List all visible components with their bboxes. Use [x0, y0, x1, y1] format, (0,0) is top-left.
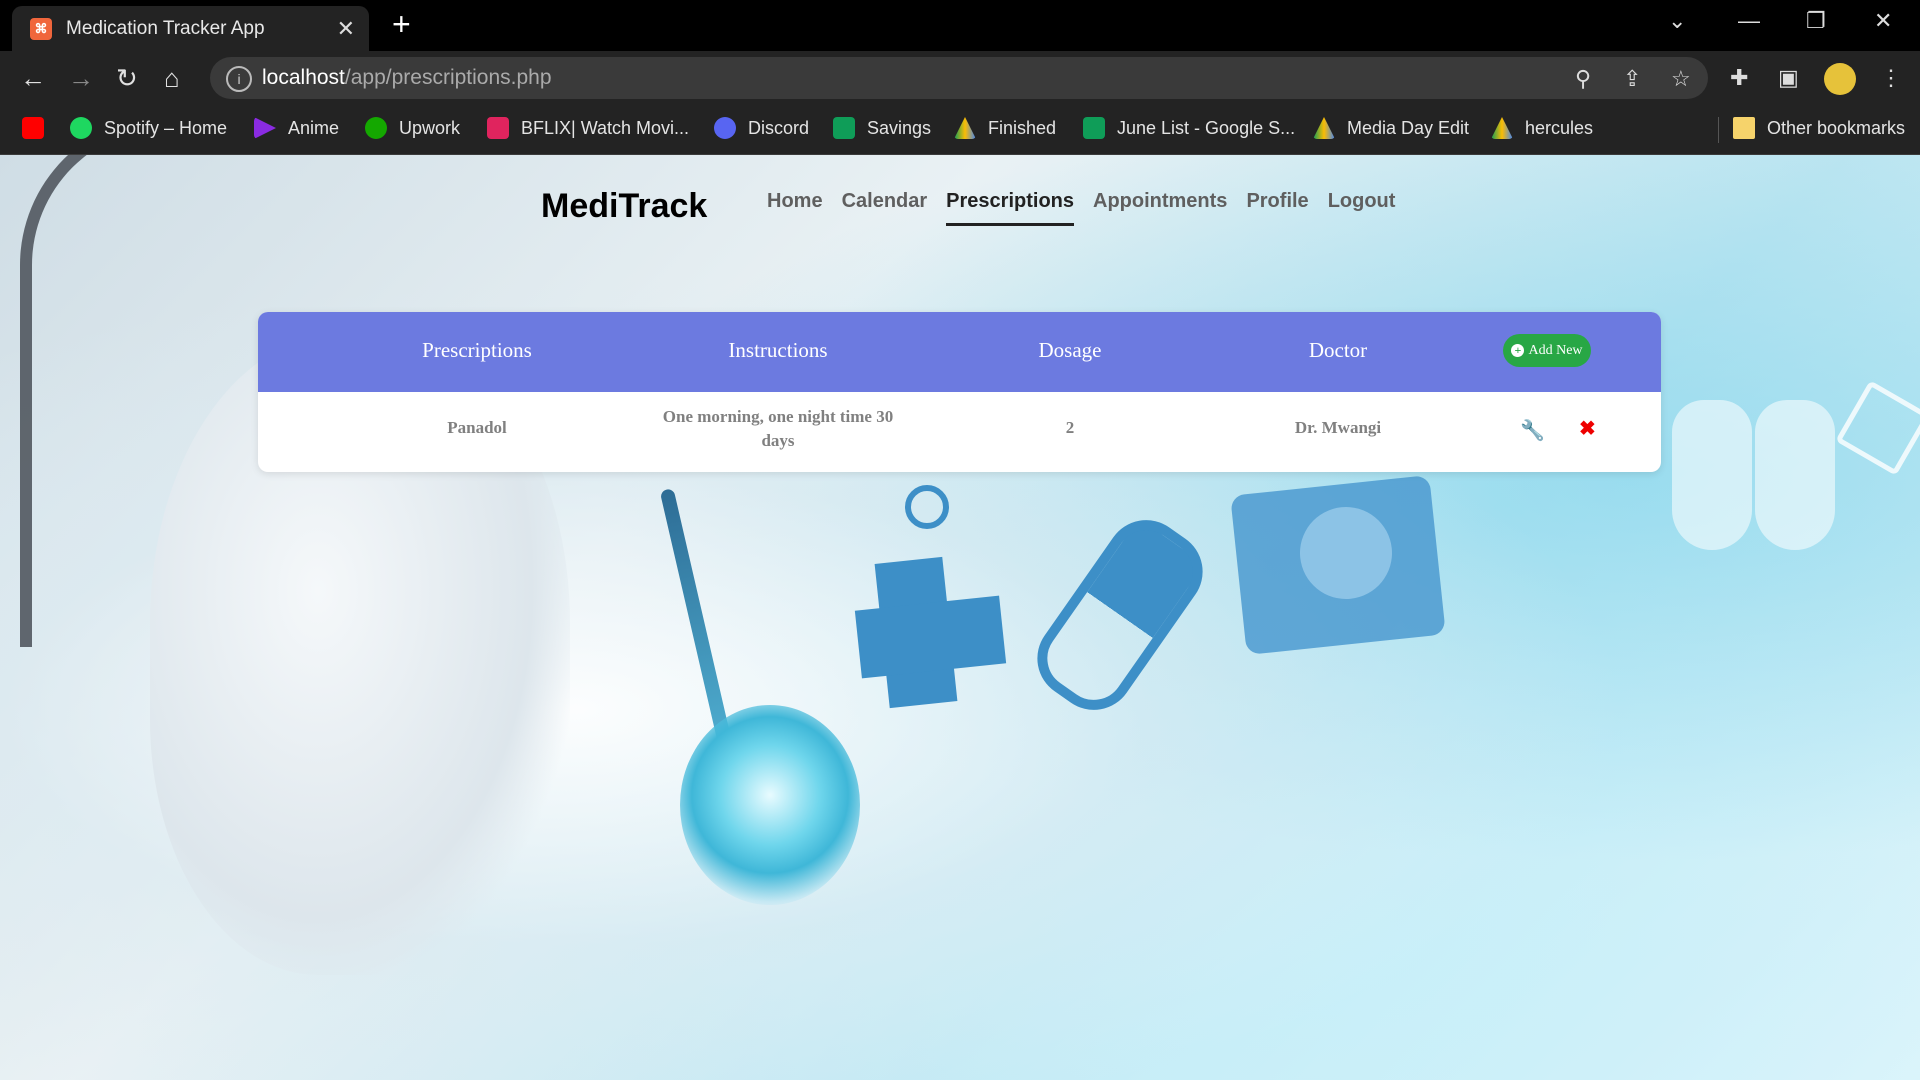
address-bar[interactable]: i localhost/app/prescriptions.php ⚲ ⇪ ☆ [210, 57, 1708, 99]
play-icon [254, 117, 276, 139]
background-stethoscope-head [680, 705, 860, 905]
zoom-icon[interactable]: ⚲ [1575, 66, 1591, 92]
cell-doctor: Dr. Mwangi [1294, 418, 1382, 437]
close-tab-icon[interactable]: ✕ [337, 16, 355, 42]
bookmark-spotify[interactable]: Spotify – Home [70, 117, 227, 139]
tab-title: Medication Tracker App [66, 17, 265, 39]
spotify-icon [70, 117, 92, 139]
profile-avatar[interactable] [1824, 63, 1856, 95]
side-panel-icon[interactable]: ▣ [1778, 65, 1799, 91]
xampp-icon: ⌘ [30, 17, 52, 40]
discord-icon [714, 117, 736, 139]
brand-logo[interactable]: MediTrack [541, 187, 707, 226]
bookmark-star-icon[interactable]: ☆ [1671, 66, 1691, 92]
window-close-icon[interactable]: ✕ [1874, 8, 1892, 34]
prescriptions-table: Prescriptions Instructions Dosage Doctor… [258, 312, 1661, 472]
bookmarks-divider [1718, 117, 1719, 143]
cell-dosage: 2 [1065, 418, 1075, 437]
background-pill-icon [1021, 504, 1219, 726]
forward-icon[interactable]: → [68, 63, 94, 94]
browser-tab[interactable]: ⌘ Medication Tracker App ✕ [12, 6, 369, 51]
bookmark-youtube[interactable] [22, 117, 56, 139]
page-viewport: MediTrack Home Calendar Prescriptions Ap… [0, 155, 1920, 1080]
plus-icon: + [1511, 344, 1525, 357]
upwork-icon [365, 117, 387, 139]
sheets-icon [1083, 117, 1105, 139]
restore-icon[interactable]: ❐ [1806, 8, 1826, 34]
wrench-icon[interactable]: 🔧 [1520, 418, 1545, 443]
tab-strip: ⌘ Medication Tracker App ✕ + ⌄ — ❐ ✕ [0, 0, 1920, 51]
sheets-icon [833, 117, 855, 139]
add-new-button[interactable]: + Add New [1503, 334, 1591, 367]
extensions-icon[interactable]: ✚ [1730, 65, 1748, 91]
background-molecule-icon [1835, 380, 1920, 476]
background-lung-icon [1755, 400, 1835, 550]
drive-icon [1491, 117, 1513, 139]
new-tab-icon[interactable]: + [392, 6, 411, 43]
share-icon[interactable]: ⇪ [1623, 66, 1641, 92]
bookmark-hercules[interactable]: hercules [1491, 117, 1593, 139]
nav-calendar[interactable]: Calendar [842, 190, 928, 226]
home-icon[interactable]: ⌂ [164, 63, 180, 94]
bookmark-bflix[interactable]: BFLIX| Watch Movi... [487, 117, 689, 139]
drive-icon [954, 117, 976, 139]
drive-icon [1313, 117, 1335, 139]
folder-icon [1733, 117, 1755, 139]
nav-prescriptions[interactable]: Prescriptions [946, 190, 1074, 226]
bookmark-savings[interactable]: Savings [833, 117, 931, 139]
bookmark-finished[interactable]: Finished [954, 117, 1056, 139]
site-info-icon[interactable]: i [226, 66, 252, 92]
bookmark-other[interactable]: Other bookmarks [1733, 117, 1905, 139]
youtube-icon [22, 117, 44, 139]
url-path: /app/prescriptions.php [344, 66, 552, 89]
background-lung-icon [1672, 400, 1752, 550]
nav-appointments[interactable]: Appointments [1093, 190, 1227, 226]
nav-logout[interactable]: Logout [1328, 190, 1396, 226]
nav-profile[interactable]: Profile [1246, 190, 1308, 226]
bookmark-media-day[interactable]: Media Day Edit [1313, 117, 1469, 139]
background-stethoscope-tube [20, 155, 192, 647]
url-text[interactable]: localhost/app/prescriptions.php [262, 66, 552, 90]
url-host: localhost [262, 66, 345, 89]
bookmarks-bar: Spotify – Home Anime Upwork BFLIX| Watch… [0, 105, 1920, 155]
background-stethoscope-icon [905, 485, 949, 529]
add-new-label: Add New [1528, 342, 1583, 358]
header-prescriptions: Prescriptions [422, 338, 532, 362]
main-nav: Home Calendar Prescriptions Appointments… [767, 190, 1395, 226]
header-instructions: Instructions [728, 338, 828, 362]
minimize-icon[interactable]: — [1738, 8, 1760, 34]
background-medical-cross-icon [854, 595, 1007, 679]
menu-icon[interactable]: ⋮ [1880, 65, 1902, 91]
reload-icon[interactable]: ↻ [116, 63, 138, 94]
bookmark-discord[interactable]: Discord [714, 117, 809, 139]
browser-toolbar: ← → ↻ ⌂ i localhost/app/prescriptions.ph… [0, 51, 1920, 105]
bflix-icon [487, 117, 509, 139]
nav-home[interactable]: Home [767, 190, 823, 226]
delete-icon[interactable]: ✖ [1579, 416, 1596, 441]
bookmark-june-list[interactable]: June List - Google S... [1083, 117, 1295, 139]
bookmark-anime[interactable]: Anime [254, 117, 339, 139]
header-doctor: Doctor [1308, 338, 1368, 362]
back-icon[interactable]: ← [20, 63, 46, 94]
tab-search-icon[interactable]: ⌄ [1668, 8, 1686, 34]
table-header: Prescriptions Instructions Dosage Doctor… [258, 312, 1661, 392]
bookmark-upwork[interactable]: Upwork [365, 117, 460, 139]
cell-prescription: Panadol [447, 418, 507, 437]
header-dosage: Dosage [1038, 338, 1102, 362]
cell-instructions: One morning, one night time 30 days [662, 407, 894, 450]
